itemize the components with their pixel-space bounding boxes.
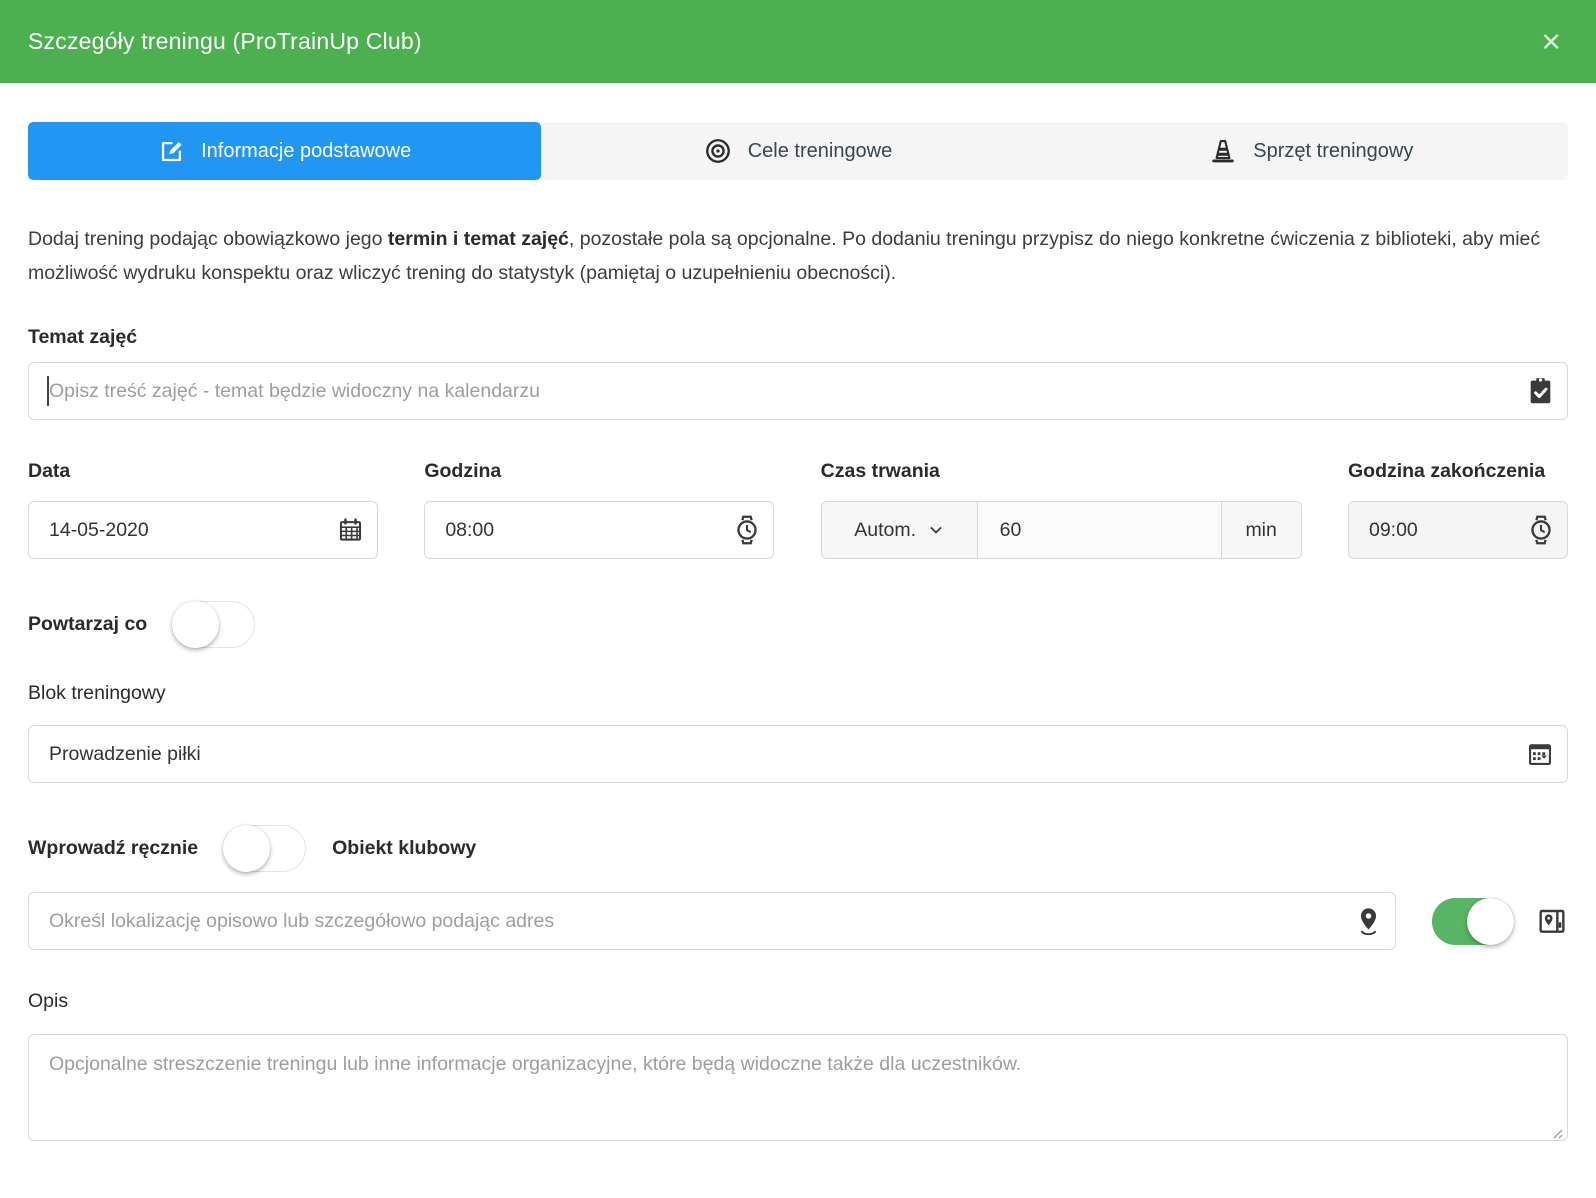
date-input[interactable] — [28, 501, 378, 559]
modal-title: Szczegóły treningu (ProTrainUp Club) — [28, 28, 422, 55]
calendar-week-icon[interactable] — [1526, 740, 1554, 768]
topic-label: Temat zajęć — [28, 326, 1568, 349]
training-block-input[interactable] — [28, 725, 1568, 783]
start-time-input[interactable] — [424, 501, 774, 559]
edit-icon — [158, 138, 185, 165]
tab-cele-treningowe[interactable]: Cele treningowe — [541, 122, 1054, 180]
duration-group: Czas trwania Autom. min — [821, 460, 1302, 559]
start-time-group: Godzina — [424, 460, 774, 559]
target-icon — [704, 137, 732, 165]
end-time-group: Godzina zakończenia — [1348, 460, 1568, 559]
date-label: Data — [28, 460, 378, 483]
resize-handle-icon[interactable] — [1549, 1125, 1563, 1139]
intro-text: Dodaj trening podając obowiązkowo jego t… — [28, 222, 1568, 290]
toggle-knob — [223, 825, 270, 872]
description-field — [28, 1034, 1568, 1146]
repeat-toggle[interactable] — [173, 601, 255, 648]
duration-mode-select[interactable]: Autom. — [822, 502, 978, 558]
repeat-row: Powtarzaj co — [28, 601, 1568, 648]
repeat-label: Powtarzaj co — [28, 613, 147, 636]
tab-label: Informacje podstawowe — [201, 140, 411, 163]
duration-input-group: Autom. min — [821, 501, 1302, 559]
description-textarea[interactable] — [28, 1034, 1568, 1141]
toggle-knob — [1467, 898, 1514, 945]
map-toggle[interactable] — [1432, 898, 1514, 945]
topic-field — [28, 362, 1568, 420]
modal-header: Szczegóły treningu (ProTrainUp Club) ✕ — [0, 0, 1596, 83]
training-block-label: Blok treningowy — [28, 682, 1568, 705]
location-mode-row: Wprowadź ręcznie Obiekt klubowy — [28, 825, 1568, 872]
cone-icon — [1209, 137, 1237, 165]
map-icon[interactable] — [1536, 905, 1568, 937]
training-block-field — [28, 725, 1568, 783]
description-label: Opis — [28, 990, 1568, 1013]
tab-informacje-podstawowe[interactable]: Informacje podstawowe — [28, 122, 541, 180]
watch-icon[interactable] — [1528, 515, 1554, 545]
text-caret — [47, 376, 49, 406]
chevron-down-icon — [928, 522, 944, 538]
clipboard-check-icon[interactable] — [1527, 376, 1554, 406]
manual-entry-label: Wprowadź ręcznie — [28, 837, 198, 860]
start-time-label: Godzina — [424, 460, 774, 483]
location-row — [28, 892, 1568, 950]
tab-label: Cele treningowe — [748, 140, 893, 163]
duration-label: Czas trwania — [821, 460, 1302, 483]
club-facility-label: Obiekt klubowy — [332, 837, 476, 860]
duration-unit: min — [1221, 502, 1301, 558]
location-field — [28, 892, 1396, 950]
close-icon[interactable]: ✕ — [1536, 25, 1566, 59]
manual-entry-toggle[interactable] — [224, 825, 306, 872]
tab-sprzet-treningowy[interactable]: Sprzęt treningowy — [1055, 122, 1568, 180]
location-input[interactable] — [28, 892, 1396, 950]
toggle-knob — [172, 601, 219, 648]
location-pin-icon[interactable] — [1355, 906, 1382, 936]
end-time-label: Godzina zakończenia — [1348, 460, 1568, 483]
watch-icon[interactable] — [734, 515, 760, 545]
tab-label: Sprzęt treningowy — [1253, 140, 1413, 163]
schedule-row: Data Godzina — [28, 460, 1568, 559]
tab-bar: Informacje podstawowe Cele treningowe — [28, 122, 1568, 180]
calendar-icon[interactable] — [337, 517, 364, 544]
date-group: Data — [28, 460, 378, 559]
topic-input[interactable] — [28, 362, 1568, 420]
duration-value-input[interactable] — [1000, 519, 1221, 542]
